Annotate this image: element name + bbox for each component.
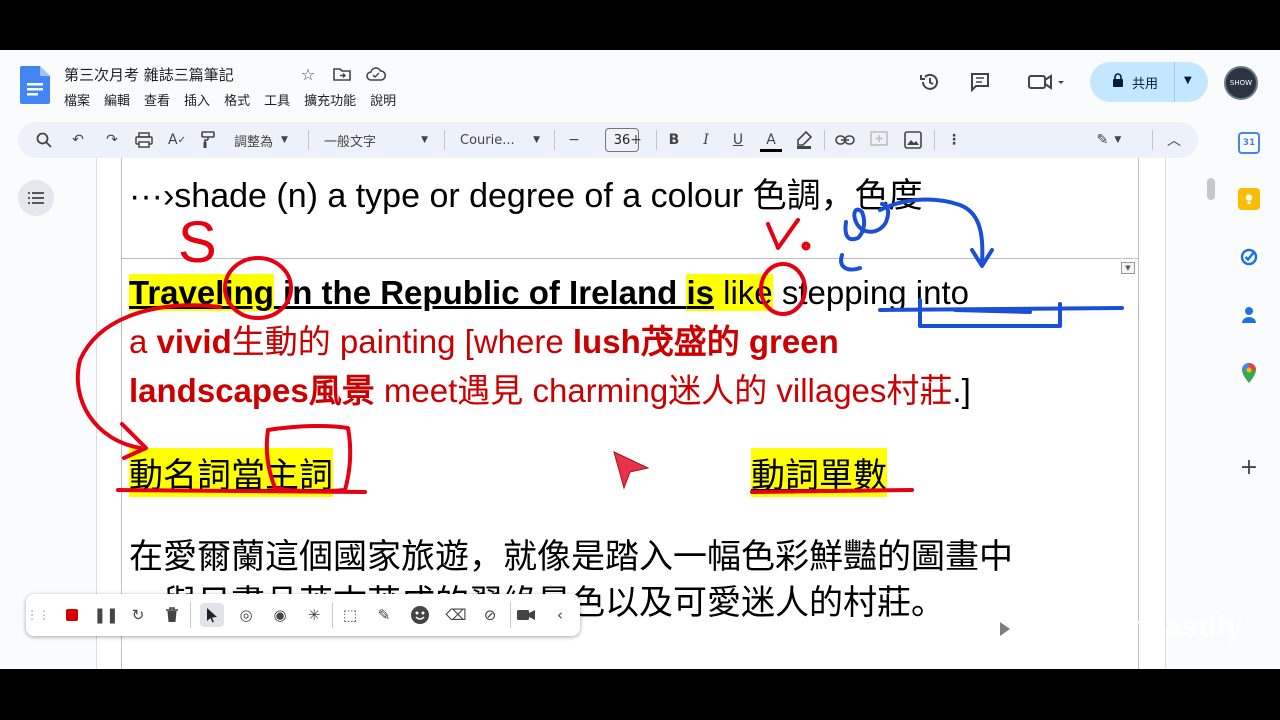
more-options-icon[interactable]: ⋮ [944, 130, 964, 150]
keep-icon[interactable] [1238, 188, 1260, 210]
text-color-button[interactable]: A [760, 130, 782, 152]
insert-image-icon[interactable] [902, 130, 924, 150]
insert-comment-icon[interactable] [868, 130, 890, 150]
sticker-icon[interactable] [408, 603, 432, 627]
menu-extensions[interactable]: 擴充功能 [304, 90, 356, 109]
sentence-paragraph: Traveling in the Republic of Ireland is … [129, 268, 1129, 415]
drag-handle-icon[interactable]: ⋮⋮ [26, 603, 50, 627]
laser-pointer-icon[interactable]: ✳ [302, 603, 326, 627]
sentence-lush: lush茂盛的 green [572, 323, 839, 360]
editing-mode-icon[interactable]: ✎ ▼ [1092, 130, 1126, 150]
screencastify-logo-icon [990, 614, 1034, 644]
sentence-like: like [713, 274, 773, 311]
list-icon [28, 192, 44, 204]
style-label: 一般文字 [324, 134, 377, 150]
avatar-text: SHOW [1229, 79, 1253, 87]
docs-window: 第三次月考 雜誌三篇筆記 ☆ 檔案 編輯 查看 插入 格式 工具 擴充功能 說明… [0, 50, 1280, 669]
collapse-toolbar-icon[interactable]: ‹ [548, 603, 572, 627]
side-panel: 31 + [1230, 120, 1280, 669]
move-folder-icon[interactable] [331, 64, 353, 84]
document-outline-button[interactable] [18, 180, 54, 216]
spotlight-click-icon[interactable]: ◎ [234, 603, 258, 627]
translation-line-1: 在愛爾蘭這個國家旅遊，就像是踏入一幅色彩鮮豔的圖畫中 [129, 537, 1013, 577]
maps-icon[interactable] [1238, 362, 1260, 384]
undo-icon[interactable]: ↶ [68, 130, 88, 150]
vocab-line: ···›shade (n) a type or degree of a colo… [129, 177, 923, 215]
redo-icon[interactable]: ↷ [102, 130, 122, 150]
share-button[interactable]: 共用 ▼ [1090, 62, 1208, 102]
pause-button[interactable]: ❚❚ [93, 603, 118, 627]
restart-icon[interactable]: ↻ [126, 603, 150, 627]
scrollbar[interactable] [1207, 178, 1215, 200]
cloud-saved-icon[interactable] [365, 64, 387, 84]
watermark-brand: Screencastify [1048, 610, 1244, 643]
stop-recording-button[interactable] [60, 603, 84, 627]
share-label: 共用 [1132, 76, 1159, 92]
menu-edit[interactable]: 編輯 [104, 90, 130, 109]
clear-annotations-icon[interactable]: ⊘ [478, 603, 502, 627]
comments-icon[interactable] [968, 70, 992, 94]
delete-icon[interactable] [160, 603, 184, 627]
zoom-select[interactable]: 調整為 ▼ [234, 128, 294, 152]
decrease-font-size-icon[interactable]: − [564, 130, 584, 150]
formatting-toolbar: ↶ ↷ A ✓ 調整為 ▼ 一般文字 ▼ Courie... ▼ − 36 + B I … [18, 122, 1198, 158]
menu-help[interactable]: 說明 [370, 90, 396, 109]
lock-icon [1112, 73, 1124, 91]
get-addons-icon[interactable]: + [1238, 455, 1260, 480]
document-title[interactable]: 第三次月考 雜誌三篇筆記 [64, 64, 234, 85]
screencastify-toolbar: ⋮⋮ ❚❚ ↻ ◎ ◉ ✳ ⬚ ✎ ⌫ ⊘ ‹ [26, 594, 580, 636]
sentence-meet: meet遇見 charming迷人的 villages村莊 [374, 372, 953, 409]
bold-button[interactable]: B [664, 130, 684, 150]
sentence-traveling: Traveling [129, 274, 274, 311]
print-icon[interactable] [134, 130, 154, 150]
sentence-vivid: vivid [156, 323, 232, 360]
contacts-icon[interactable] [1238, 304, 1260, 326]
sentence-vivid-cn: 生動的 [231, 323, 331, 360]
highlight-color-icon[interactable] [794, 130, 814, 150]
sentence-landscapes: landscapes風景 [129, 372, 375, 409]
collapse-menus-icon[interactable]: ︿ [1164, 130, 1184, 150]
insert-link-icon[interactable] [834, 130, 856, 150]
tasks-icon[interactable] [1238, 246, 1260, 268]
share-dropdown-icon[interactable]: ▼ [1184, 75, 1192, 86]
sentence-painting: painting [where [330, 323, 573, 360]
italic-button[interactable]: I [696, 130, 716, 150]
sentence-a: a [129, 323, 157, 360]
sentence-is: is [686, 274, 714, 311]
menu-format[interactable]: 格式 [224, 90, 250, 109]
docs-logo-icon[interactable] [20, 66, 50, 104]
star-icon[interactable]: ☆ [297, 64, 319, 84]
eraser-icon[interactable]: ⌫ [444, 603, 468, 627]
calendar-icon[interactable]: 31 [1238, 132, 1260, 154]
highlight-click-icon[interactable]: ◉ [268, 603, 292, 627]
spellcheck-icon[interactable]: A ✓ [166, 130, 188, 150]
menu-bar: 檔案 編輯 查看 插入 格式 工具 擴充功能 說明 [64, 90, 396, 109]
meet-icon[interactable] [1024, 70, 1070, 94]
sentence-in-ireland: in the Republic of Ireland [273, 274, 687, 311]
style-select[interactable]: 一般文字 ▼ [324, 128, 428, 152]
sentence-stepping: stepping into [772, 274, 969, 311]
label-singular-verb: 動詞單數 [751, 448, 887, 497]
paint-format-icon[interactable] [198, 130, 218, 150]
menu-view[interactable]: 查看 [144, 90, 170, 109]
underline-button[interactable]: U [728, 130, 748, 150]
history-icon[interactable] [918, 70, 942, 94]
cursor-tool-icon[interactable] [200, 603, 224, 627]
label-gerund-subject: 動名詞當主詞 [129, 448, 333, 497]
avatar[interactable]: SHOW [1224, 66, 1258, 100]
sentence-end: .] [952, 372, 971, 409]
font-select[interactable]: Courie... ▼ [460, 128, 540, 152]
font-label: Courie... [460, 132, 515, 148]
webcam-icon[interactable] [514, 603, 538, 627]
search-menus-icon[interactable] [34, 130, 54, 150]
increase-font-size-icon[interactable]: + [626, 130, 646, 150]
menu-insert[interactable]: 插入 [184, 90, 210, 109]
rectangle-tool-icon[interactable]: ⬚ [338, 603, 362, 627]
menu-tools[interactable]: 工具 [264, 90, 290, 109]
pointer-cursor-icon [612, 450, 652, 490]
menu-file[interactable]: 檔案 [64, 90, 90, 109]
pen-tool-icon[interactable]: ✎ [372, 603, 396, 627]
zoom-label: 調整為 [234, 134, 274, 150]
document-page[interactable]: ▼ ···›shade (n) a type or degree of a co… [96, 158, 1166, 669]
